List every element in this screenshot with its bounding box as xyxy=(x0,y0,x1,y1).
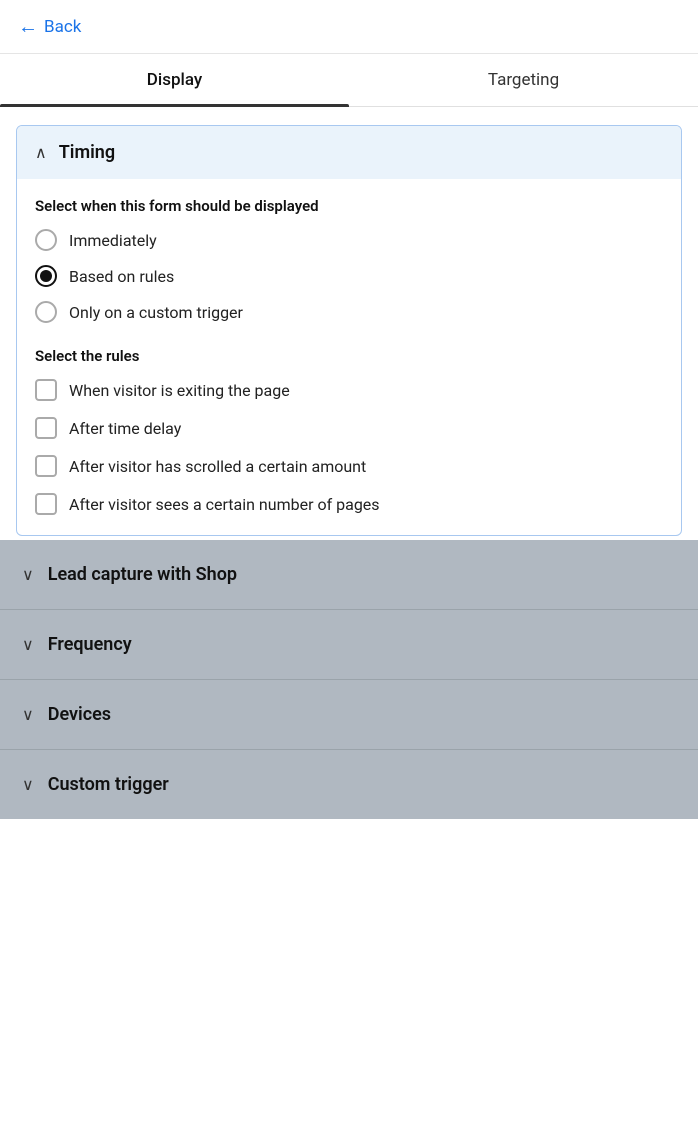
radio-based-on-rules-input[interactable] xyxy=(35,265,57,287)
checkbox-time-delay-label: After time delay xyxy=(69,419,181,438)
back-label: Back xyxy=(44,17,81,37)
radio-immediately[interactable]: Immediately xyxy=(35,229,663,251)
radio-immediately-input[interactable] xyxy=(35,229,57,251)
radio-based-on-rules-label: Based on rules xyxy=(69,267,174,286)
checkbox-pages-label: After visitor sees a certain number of p… xyxy=(69,495,380,514)
section-frequency[interactable]: ∨ Frequency xyxy=(0,610,698,680)
checkbox-pages[interactable]: After visitor sees a certain number of p… xyxy=(35,493,663,515)
chevron-up-icon: ∧ xyxy=(35,143,47,162)
radio-custom-trigger[interactable]: Only on a custom trigger xyxy=(35,301,663,323)
tab-display[interactable]: Display xyxy=(0,54,349,106)
radio-custom-trigger-input[interactable] xyxy=(35,301,57,323)
back-arrow-icon: ← xyxy=(18,14,38,39)
radio-custom-trigger-label: Only on a custom trigger xyxy=(69,303,243,322)
checkbox-scroll[interactable]: After visitor has scrolled a certain amo… xyxy=(35,455,663,477)
section-lead-capture-label: Lead capture with Shop xyxy=(48,564,237,585)
checkbox-pages-input[interactable] xyxy=(35,493,57,515)
rules-options: When visitor is exiting the page After t… xyxy=(35,379,663,515)
section-custom-trigger-label: Custom trigger xyxy=(48,774,169,795)
timing-section: ∧ Timing Select when this form should be… xyxy=(16,125,682,536)
section-frequency-label: Frequency xyxy=(48,634,132,655)
checkbox-time-delay[interactable]: After time delay xyxy=(35,417,663,439)
section-devices[interactable]: ∨ Devices xyxy=(0,680,698,750)
section-devices-label: Devices xyxy=(48,704,111,725)
radio-based-on-rules[interactable]: Based on rules xyxy=(35,265,663,287)
tabs-container: Display Targeting xyxy=(0,54,698,107)
chevron-down-custom-icon: ∨ xyxy=(22,775,34,794)
display-label: Select when this form should be displaye… xyxy=(35,197,663,215)
chevron-down-frequency-icon: ∨ xyxy=(22,635,34,654)
radio-immediately-label: Immediately xyxy=(69,231,157,250)
checkbox-exit-input[interactable] xyxy=(35,379,57,401)
rules-label: Select the rules xyxy=(35,347,663,365)
content-area: ∧ Timing Select when this form should be… xyxy=(0,125,698,819)
chevron-down-devices-icon: ∨ xyxy=(22,705,34,724)
timing-section-header[interactable]: ∧ Timing xyxy=(17,126,681,179)
display-options: Immediately Based on rules Only on a cus… xyxy=(35,229,663,323)
header: ← Back xyxy=(0,0,698,54)
section-custom-trigger[interactable]: ∨ Custom trigger xyxy=(0,750,698,819)
checkbox-time-delay-input[interactable] xyxy=(35,417,57,439)
tab-targeting[interactable]: Targeting xyxy=(349,54,698,106)
checkbox-exit-label: When visitor is exiting the page xyxy=(69,381,290,400)
chevron-down-lead-icon: ∨ xyxy=(22,565,34,584)
checkbox-scroll-input[interactable] xyxy=(35,455,57,477)
checkbox-exit[interactable]: When visitor is exiting the page xyxy=(35,379,663,401)
back-button[interactable]: ← Back xyxy=(18,14,81,39)
checkbox-scroll-label: After visitor has scrolled a certain amo… xyxy=(69,457,366,476)
section-lead-capture[interactable]: ∨ Lead capture with Shop xyxy=(0,540,698,610)
collapsed-sections: ∨ Lead capture with Shop ∨ Frequency ∨ D… xyxy=(0,540,698,819)
timing-section-title: Timing xyxy=(59,142,115,163)
timing-body: Select when this form should be displaye… xyxy=(17,179,681,535)
